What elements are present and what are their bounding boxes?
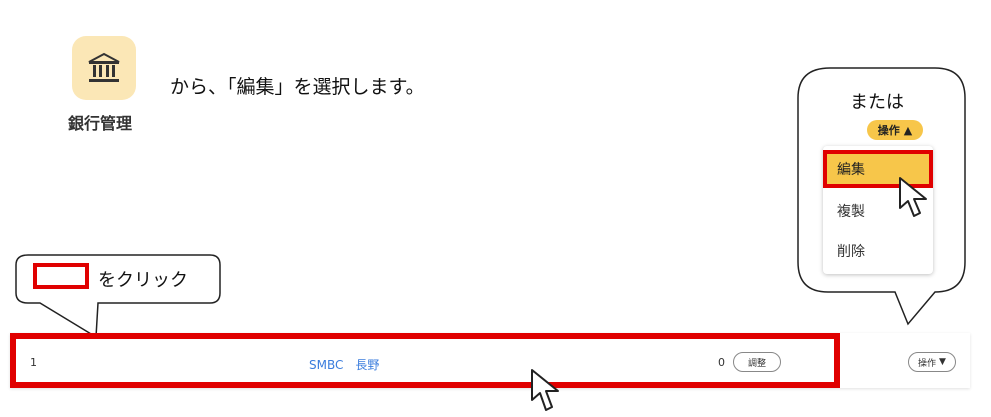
row-bank-name[interactable]: SMBC 長野 — [309, 356, 379, 373]
callout-click-label: をクリック — [98, 270, 188, 291]
adjust-button[interactable]: 調整 — [733, 352, 781, 372]
cursor-pointer-icon — [899, 177, 927, 217]
row-highlight-box — [10, 333, 840, 388]
row-operation-button[interactable]: 操作 ▼ — [908, 352, 956, 372]
operation-dropdown-button[interactable]: 操作 ▲ — [867, 120, 923, 140]
row-operation-label: 操作 — [918, 358, 937, 369]
row-count: 0 — [718, 356, 725, 369]
callout-or-label: または — [850, 92, 904, 113]
row-index: 1 — [30, 356, 37, 369]
caret-up-icon: ▲ — [903, 123, 913, 137]
operation-label: 操作 — [877, 124, 900, 137]
highlight-box-sample — [33, 263, 89, 289]
menu-item-delete[interactable]: 削除 — [823, 232, 933, 270]
caret-down-icon: ▼ — [939, 357, 946, 367]
cursor-pointer-icon — [531, 369, 559, 411]
